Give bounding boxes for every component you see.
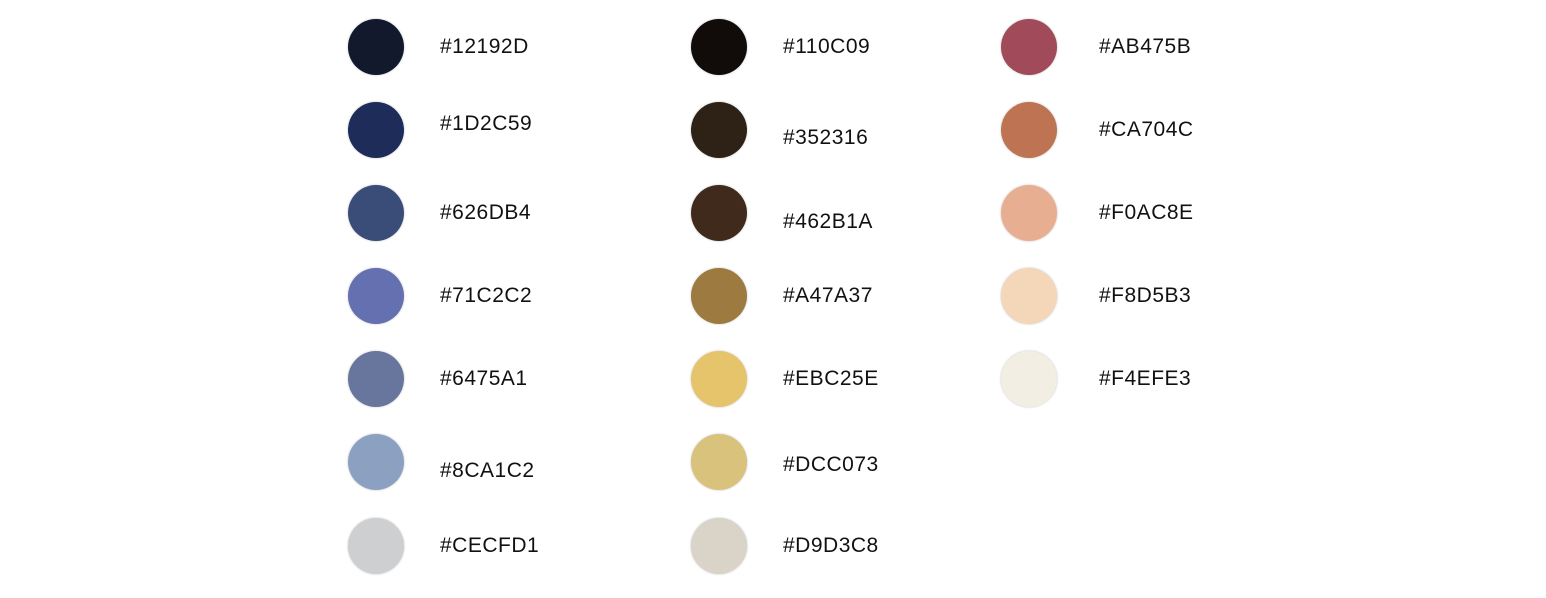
swatch-item: #EBC25E [691, 351, 991, 407]
swatch-item: #F4EFE3 [1001, 351, 1301, 407]
color-hex-label: #AB475B [1099, 35, 1192, 58]
color-swatch [691, 185, 747, 241]
color-hex-label: #12192D [440, 35, 529, 58]
swatch-item: #A47A37 [691, 268, 991, 324]
color-swatch [348, 102, 404, 158]
color-swatch [691, 434, 747, 490]
color-palette: #12192D #1D2C59 #626DB4 #71C2C2 #6475A1 … [0, 0, 1546, 598]
color-swatch [1001, 102, 1057, 158]
swatch-item: #AB475B [1001, 19, 1301, 75]
color-swatch [691, 19, 747, 75]
color-swatch [348, 19, 404, 75]
color-swatch [691, 102, 747, 158]
swatch-item: #71C2C2 [348, 268, 648, 324]
color-hex-label: #462B1A [783, 210, 873, 233]
swatch-item: #352316 [691, 102, 991, 158]
swatch-item: #8CA1C2 [348, 434, 648, 490]
color-hex-label: #626DB4 [440, 201, 532, 224]
color-swatch [348, 434, 404, 490]
color-swatch [348, 268, 404, 324]
color-swatch [1001, 185, 1057, 241]
swatch-item: #D9D3C8 [691, 518, 991, 574]
swatch-item: #110C09 [691, 19, 991, 75]
color-hex-label: #CECFD1 [440, 534, 540, 557]
swatch-item: #CA704C [1001, 102, 1301, 158]
color-hex-label: #352316 [783, 126, 869, 149]
color-swatch [1001, 19, 1057, 75]
color-swatch [1001, 351, 1057, 407]
color-hex-label: #DCC073 [783, 453, 879, 476]
color-hex-label: #A47A37 [783, 284, 873, 307]
color-hex-label: #71C2C2 [440, 284, 533, 307]
swatch-item: #6475A1 [348, 351, 648, 407]
color-hex-label: #F0AC8E [1099, 201, 1194, 224]
color-hex-label: #110C09 [783, 35, 871, 58]
color-swatch [1001, 268, 1057, 324]
color-hex-label: #F4EFE3 [1099, 367, 1192, 390]
swatch-item: #12192D [348, 19, 648, 75]
swatch-item: #1D2C59 [348, 102, 648, 158]
color-swatch [691, 268, 747, 324]
color-hex-label: #8CA1C2 [440, 459, 535, 482]
color-swatch [348, 185, 404, 241]
swatch-item: #CECFD1 [348, 518, 648, 574]
color-hex-label: #1D2C59 [440, 112, 533, 135]
swatch-item: #F8D5B3 [1001, 268, 1301, 324]
color-hex-label: #EBC25E [783, 367, 879, 390]
color-swatch [348, 351, 404, 407]
swatch-item: #462B1A [691, 185, 991, 241]
color-hex-label: #6475A1 [440, 367, 528, 390]
color-swatch [691, 351, 747, 407]
swatch-item: #DCC073 [691, 434, 991, 490]
color-hex-label: #D9D3C8 [783, 534, 879, 557]
color-hex-label: #CA704C [1099, 118, 1194, 141]
swatch-item: #F0AC8E [1001, 185, 1301, 241]
color-swatch [691, 518, 747, 574]
swatch-item: #626DB4 [348, 185, 648, 241]
color-hex-label: #F8D5B3 [1099, 284, 1192, 307]
color-swatch [348, 518, 404, 574]
